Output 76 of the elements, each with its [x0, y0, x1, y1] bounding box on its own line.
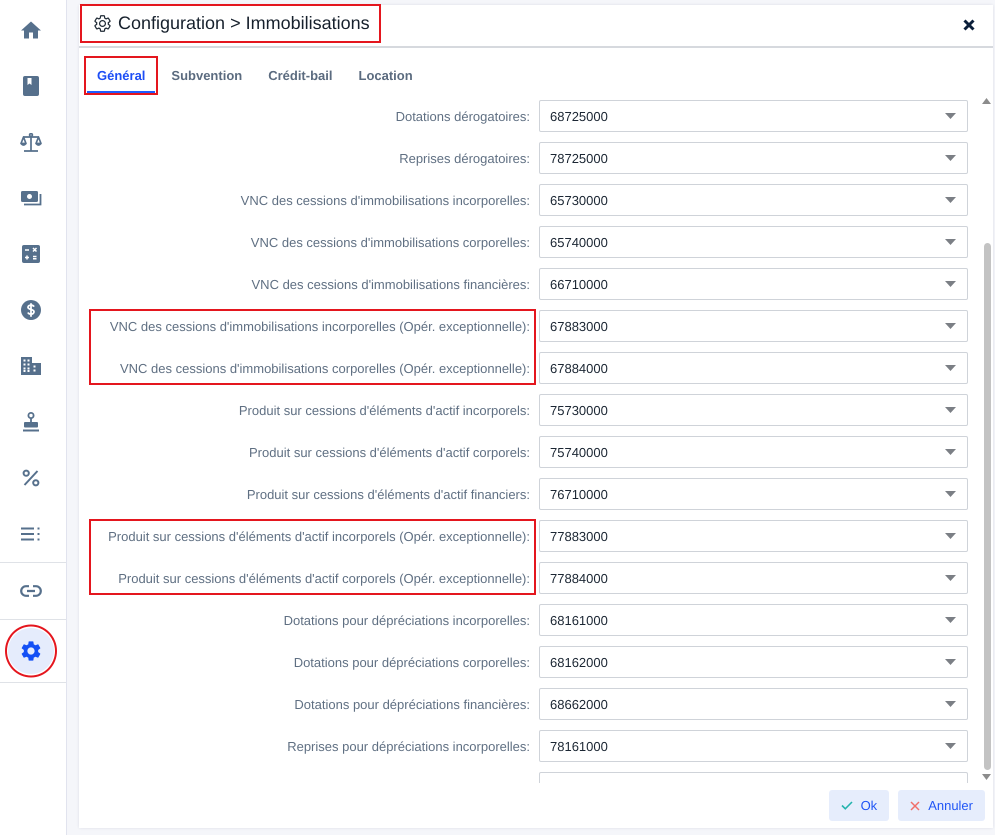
caret-icon	[945, 575, 956, 581]
field-label: Dotations pour dépréciations financières:	[294, 696, 530, 712]
calculator-icon	[22, 245, 40, 263]
dropdown-field[interactable]: 67884000	[539, 352, 968, 384]
close-button[interactable]	[962, 18, 976, 32]
dropdown-field[interactable]: 68162000	[539, 646, 968, 678]
caret-icon	[945, 449, 956, 455]
field-label: Produit sur cessions d'éléments d'actif incorporels:	[238, 402, 530, 418]
caret-icon	[945, 197, 956, 203]
tab[interactable]: Général	[87, 58, 156, 93]
field-label: Reprises pour dépréciations incorporelles:	[287, 738, 530, 754]
dollar-icon	[21, 300, 41, 320]
dropdown-field[interactable]: 75740000	[539, 436, 968, 468]
field-label: Produit sur cessions d'éléments d'actif financiers:	[246, 486, 530, 502]
tab[interactable]: Crédit-bail	[258, 58, 342, 93]
dropdown-field[interactable]: 67883000	[539, 310, 968, 342]
caret-icon	[945, 533, 956, 539]
caret-icon	[945, 113, 956, 119]
scroll-down-icon	[982, 774, 991, 780]
field-label: Produit sur cessions d'éléments d'actif corporels:	[249, 444, 530, 460]
field-label: Produit sur cessions d'éléments d'actif corporels (Opér. exceptionnelle):	[118, 570, 530, 586]
caret-icon	[945, 155, 956, 161]
banknote-icon	[20, 190, 42, 206]
field-label: Produit sur cessions d'éléments d'actif incorporels (Opér. exceptionnelle):	[108, 528, 530, 544]
dropdown-field[interactable]: 65740000	[539, 226, 968, 258]
dropdown-field[interactable]: 75730000	[539, 394, 968, 426]
settings-icon	[94, 15, 111, 32]
checkmark-icon	[840, 801, 853, 810]
scrollbar-thumb[interactable]	[984, 243, 991, 770]
settings-icon	[21, 641, 41, 661]
field-label: VNC des cessions d'immobilisations financières:	[252, 276, 530, 292]
field-label: Dotations dérogatoires:	[396, 108, 530, 124]
caret-icon	[945, 323, 956, 329]
dialog-title: Configuration > Immobilisations	[118, 13, 370, 34]
building-icon	[21, 357, 41, 375]
caret-icon	[945, 281, 956, 287]
close-icon	[963, 18, 975, 30]
stamp-icon	[22, 412, 40, 432]
field-label: VNC des cessions d'immobilisations corporelles (Opér. exceptionnelle):	[120, 360, 530, 376]
dropdown-field[interactable]: 66710000	[539, 268, 968, 300]
caret-icon	[945, 365, 956, 371]
dropdown-field[interactable]: 68725000	[539, 100, 968, 132]
field-label: VNC des cessions d'immobilisations incorporelles:	[240, 192, 530, 208]
ok-button[interactable]: Ok	[828, 790, 890, 821]
caret-icon	[945, 701, 956, 707]
percent-icon	[22, 469, 40, 487]
caret-icon	[945, 617, 956, 623]
caret-icon	[945, 743, 956, 749]
tab[interactable]: Location	[348, 58, 423, 93]
link-icon	[20, 585, 42, 597]
field-label: Dotations pour dépréciations incorporelles:	[284, 612, 530, 628]
dropdown-field[interactable]: 78725000	[539, 142, 968, 174]
dropdown-field[interactable]: 65730000	[539, 184, 968, 216]
field-label: VNC des cessions d'immobilisations corporelles:	[250, 234, 530, 250]
dropdown-field[interactable]: 77883000	[539, 520, 968, 552]
caret-icon	[945, 659, 956, 665]
caret-icon	[945, 407, 956, 413]
home-icon	[21, 21, 41, 39]
dropdown-field[interactable]	[539, 772, 968, 783]
dropdown-field[interactable]: 68161000	[539, 604, 968, 636]
close-icon	[910, 800, 920, 810]
tab[interactable]: Subvention	[161, 58, 252, 93]
cancel-button[interactable]: Annuler	[898, 790, 985, 821]
caret-icon	[945, 239, 956, 245]
scroll-up-icon	[982, 98, 991, 104]
dropdown-field[interactable]: 68662000	[539, 688, 968, 720]
scales-icon	[20, 132, 42, 152]
book-icon	[23, 76, 39, 96]
field-label: Dotations pour dépréciations corporelles:	[294, 654, 530, 670]
field-label: Reprises dérogatoires:	[399, 150, 530, 166]
list-icon	[21, 527, 41, 541]
caret-icon	[945, 491, 956, 497]
dropdown-field[interactable]: 76710000	[539, 478, 968, 510]
field-label: VNC des cessions d'immobilisations incorporelles (Opér. exceptionnelle):	[110, 318, 530, 334]
dropdown-field[interactable]: 78161000	[539, 730, 968, 762]
dropdown-field[interactable]: 77884000	[539, 562, 968, 594]
